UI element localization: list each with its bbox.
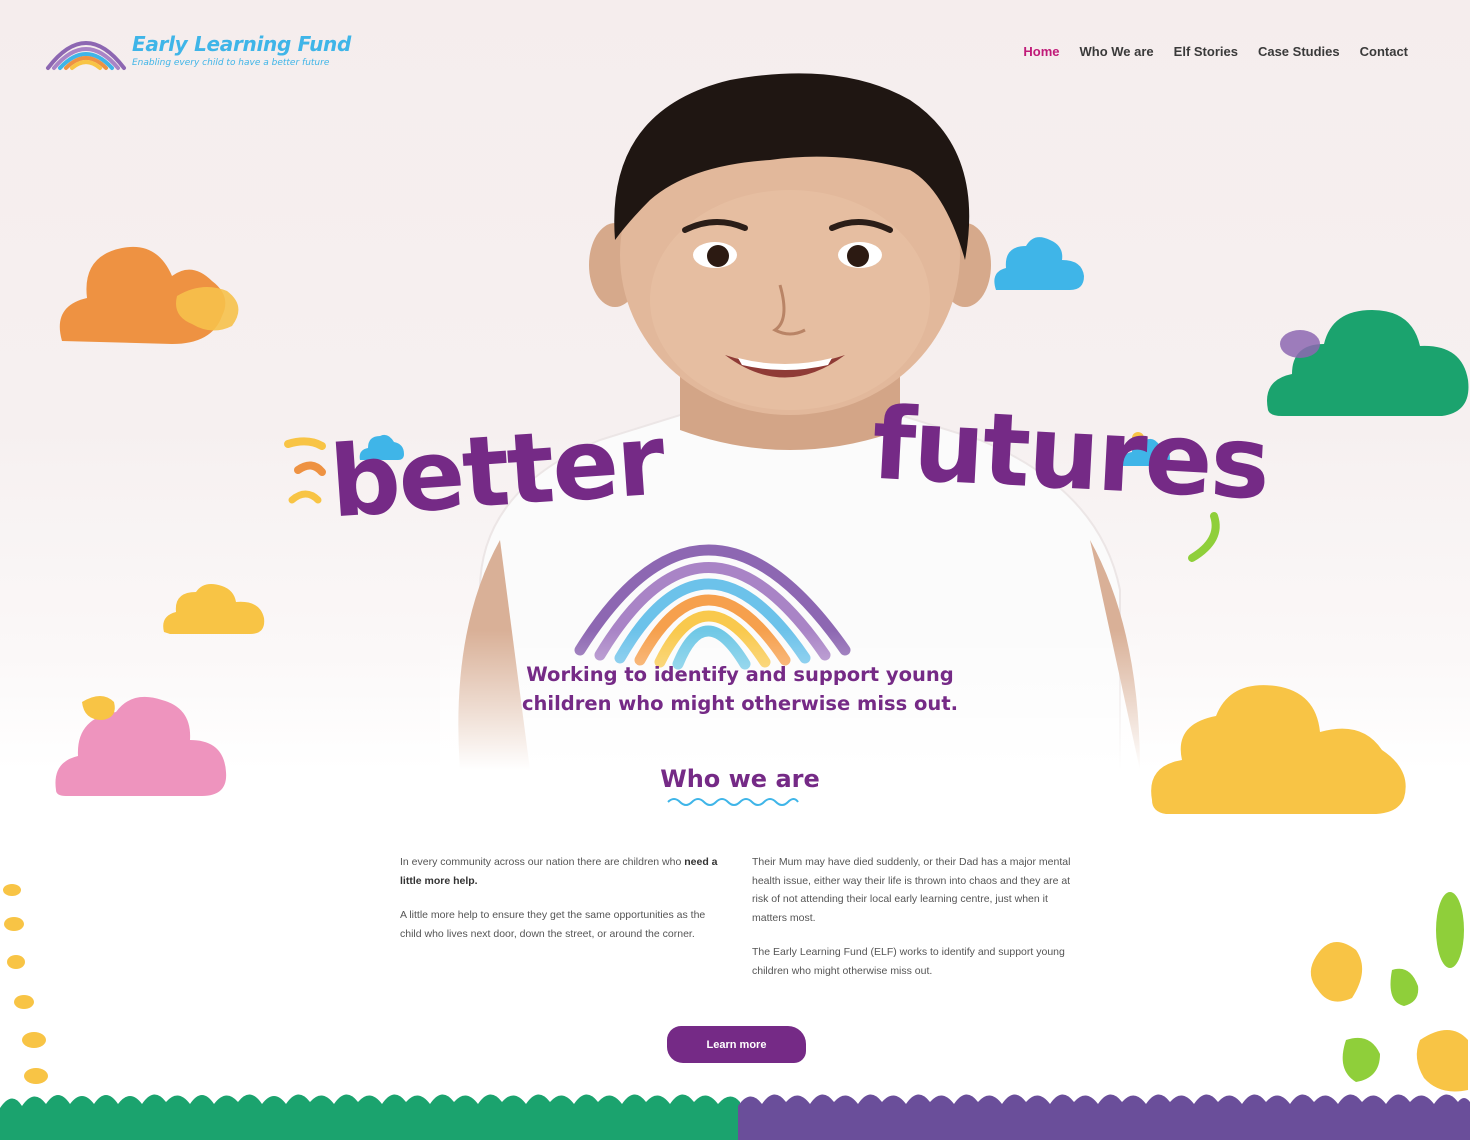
blue-cloud-icon (994, 237, 1084, 290)
hero-subtitle-line1: Working to identify and support young (526, 663, 954, 686)
squiggle-underline-icon (667, 798, 799, 806)
who-right-column: Their Mum may have died suddenly, or the… (752, 853, 1072, 996)
who-left-p1-text: In every community across our nation the… (400, 856, 682, 868)
brand-logo[interactable]: Early Learning Fund Enabling every child… (44, 28, 354, 78)
nav-contact[interactable]: Contact (1360, 44, 1408, 59)
brand-tagline: Enabling every child to have a better fu… (132, 58, 330, 68)
who-left-column: In every community across our nation the… (400, 853, 720, 959)
who-right-paragraph-1: Their Mum may have died suddenly, or the… (752, 856, 1071, 924)
headline-better: better (326, 403, 667, 541)
nav-elf-stories[interactable]: Elf Stories (1174, 44, 1238, 59)
hero-subtitle: Working to identify and support young ch… (520, 660, 960, 718)
orange-cloud-icon (59, 246, 239, 344)
who-right-paragraph-2: The Early Learning Fund (ELF) works to i… (752, 946, 1065, 977)
nav-home[interactable]: Home (1023, 44, 1059, 59)
yellow-cloud-small-icon (163, 584, 265, 634)
yellow-dots-decor-icon (3, 884, 48, 1084)
who-we-are-title: Who we are (660, 765, 820, 793)
green-grass-border-icon (0, 1094, 740, 1140)
who-left-paragraph-1: In every community across our nation the… (400, 853, 720, 890)
main-nav: Home Who We are Elf Stories Case Studies… (1023, 44, 1408, 59)
who-left-paragraph-2: A little more help to ensure they get th… (400, 909, 706, 940)
purple-grass-border-icon (738, 1094, 1470, 1140)
nav-who-we-are[interactable]: Who We are (1079, 44, 1153, 59)
nav-case-studies[interactable]: Case Studies (1258, 44, 1340, 59)
learn-more-button[interactable]: Learn more (667, 1026, 806, 1063)
paint-splash-decor-icon (1310, 892, 1468, 1092)
brand-name: Early Learning Fund (132, 32, 351, 56)
headline-futures: futures (869, 384, 1272, 523)
rainbow-logo-icon (46, 41, 126, 70)
green-cloud-icon (1267, 310, 1469, 416)
hero-subtitle-line2: children who might otherwise miss out. (521, 692, 959, 715)
yellow-cloud-large-icon (1151, 685, 1406, 814)
page: Early Learning Fund Enabling every child… (0, 0, 1470, 1140)
